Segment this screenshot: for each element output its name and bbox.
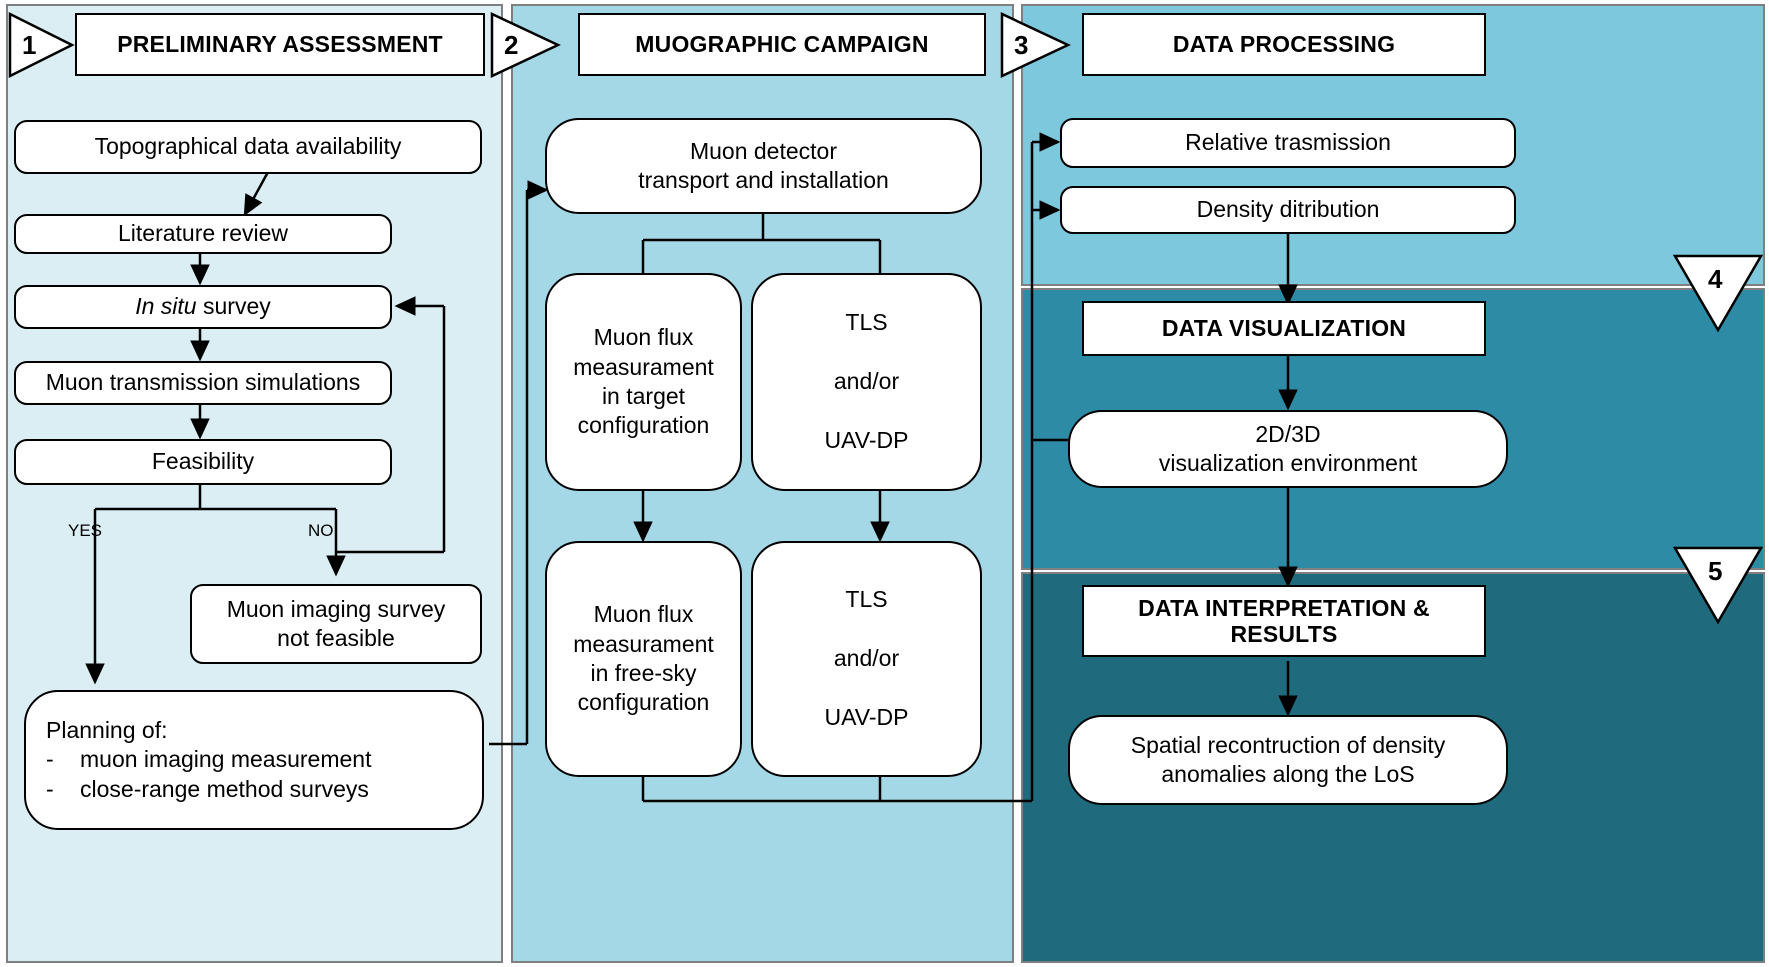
stage-header-muographic-campaign: MUOGRAPHIC CAMPAIGN xyxy=(578,13,986,76)
branch-label-yes: YES xyxy=(68,521,103,540)
stage-number-3: 3 xyxy=(1014,30,1029,60)
flux-target-line3: in target xyxy=(601,383,686,409)
stage-number-5: 5 xyxy=(1708,556,1723,586)
flux-target-line4: configuration xyxy=(577,412,710,439)
result-line2: anomalies along the LoS xyxy=(1161,761,1415,787)
node-muon-flux-measurement-free-sky: Muon flux measurament in free-sky config… xyxy=(545,541,742,777)
tls-bottom-line2: and/or xyxy=(833,645,900,672)
flux-target-line1: Muon flux xyxy=(593,324,694,351)
detector-line1: Muon detector xyxy=(689,137,837,164)
in-situ-italic: In situ xyxy=(135,293,197,320)
node-2d-3d-visualization-environment: 2D/3D visualization environment xyxy=(1068,410,1508,488)
stage5-header-line1: DATA INTERPRETATION & xyxy=(1138,594,1430,621)
flux-free-line3: in free-sky xyxy=(590,660,697,686)
tls-top-line1: TLS xyxy=(845,309,888,336)
flux-free-line1: Muon flux xyxy=(593,601,694,628)
planning-item-muon-imaging-measurement: muon imaging measurement xyxy=(80,746,372,773)
stage-header-data-visualization: DATA VISUALIZATION xyxy=(1082,301,1486,356)
tls-top-line2: and/or xyxy=(833,368,900,395)
node-muon-flux-measurement-target: Muon flux measurament in target configur… xyxy=(545,273,742,491)
stage-number-4: 4 xyxy=(1708,264,1723,294)
stage-number-2: 2 xyxy=(504,30,519,60)
planning-item-close-range-method-surveys: close-range method surveys xyxy=(80,775,369,802)
node-in-situ-survey: In situ survey xyxy=(14,285,392,329)
stage5-header-line2: RESULTS xyxy=(1230,621,1338,647)
planning-dash-2: - xyxy=(46,775,54,802)
flux-free-line4: configuration xyxy=(577,689,710,716)
node-planning-of: Planning of: - muon imaging measurement … xyxy=(24,690,484,830)
tls-bottom-line3: UAV-DP xyxy=(824,704,909,731)
flowchart-canvas: 1 2 3 4 5 PRELIMINARY ASSESSMENT MUOGRAP… xyxy=(0,0,1769,967)
tls-bottom-line1: TLS xyxy=(845,586,888,613)
result-line1: Spatial recontruction of density xyxy=(1130,731,1446,758)
node-spatial-reconstruction-density-anomalies: Spatial recontruction of density anomali… xyxy=(1068,715,1508,805)
planning-title: Planning of: xyxy=(46,716,168,743)
viz-line1: 2D/3D xyxy=(1255,420,1321,447)
flux-target-line2: measurament xyxy=(573,353,714,380)
flux-free-line2: measurament xyxy=(573,630,714,657)
node-literature-review: Literature review xyxy=(14,214,392,254)
detector-line2: transport and installation xyxy=(638,167,889,193)
stage-header-data-interpretation: DATA INTERPRETATION & RESULTS xyxy=(1082,585,1486,657)
stage-number-1: 1 xyxy=(22,30,37,60)
node-feasibility: Feasibility xyxy=(14,439,392,485)
node-tls-uav-dp-bottom: TLS and/or UAV-DP xyxy=(751,541,982,777)
not-feasible-line2: not feasible xyxy=(277,625,395,651)
node-density-distribution: Density ditribution xyxy=(1060,186,1516,234)
planning-dash-1: - xyxy=(46,746,54,773)
tls-top-line3: UAV-DP xyxy=(824,427,909,454)
viz-line2: visualization environment xyxy=(1158,450,1418,476)
node-muon-transmission-simulations: Muon transmission simulations xyxy=(14,361,392,405)
branch-label-no: NO xyxy=(308,521,334,540)
not-feasible-line1: Muon imaging survey xyxy=(226,595,446,622)
node-muon-imaging-survey-not-feasible: Muon imaging survey not feasible xyxy=(190,584,482,664)
node-tls-uav-dp-top: TLS and/or UAV-DP xyxy=(751,273,982,491)
stage-header-preliminary-assessment: PRELIMINARY ASSESSMENT xyxy=(75,13,485,76)
stage-header-data-processing: DATA PROCESSING xyxy=(1082,13,1486,76)
node-relative-transmission: Relative trasmission xyxy=(1060,118,1516,168)
in-situ-rest: survey xyxy=(196,293,271,320)
node-topographical-data-availability: Topographical data availability xyxy=(14,120,482,174)
node-muon-detector-transport-installation: Muon detector transport and installation xyxy=(545,118,982,214)
